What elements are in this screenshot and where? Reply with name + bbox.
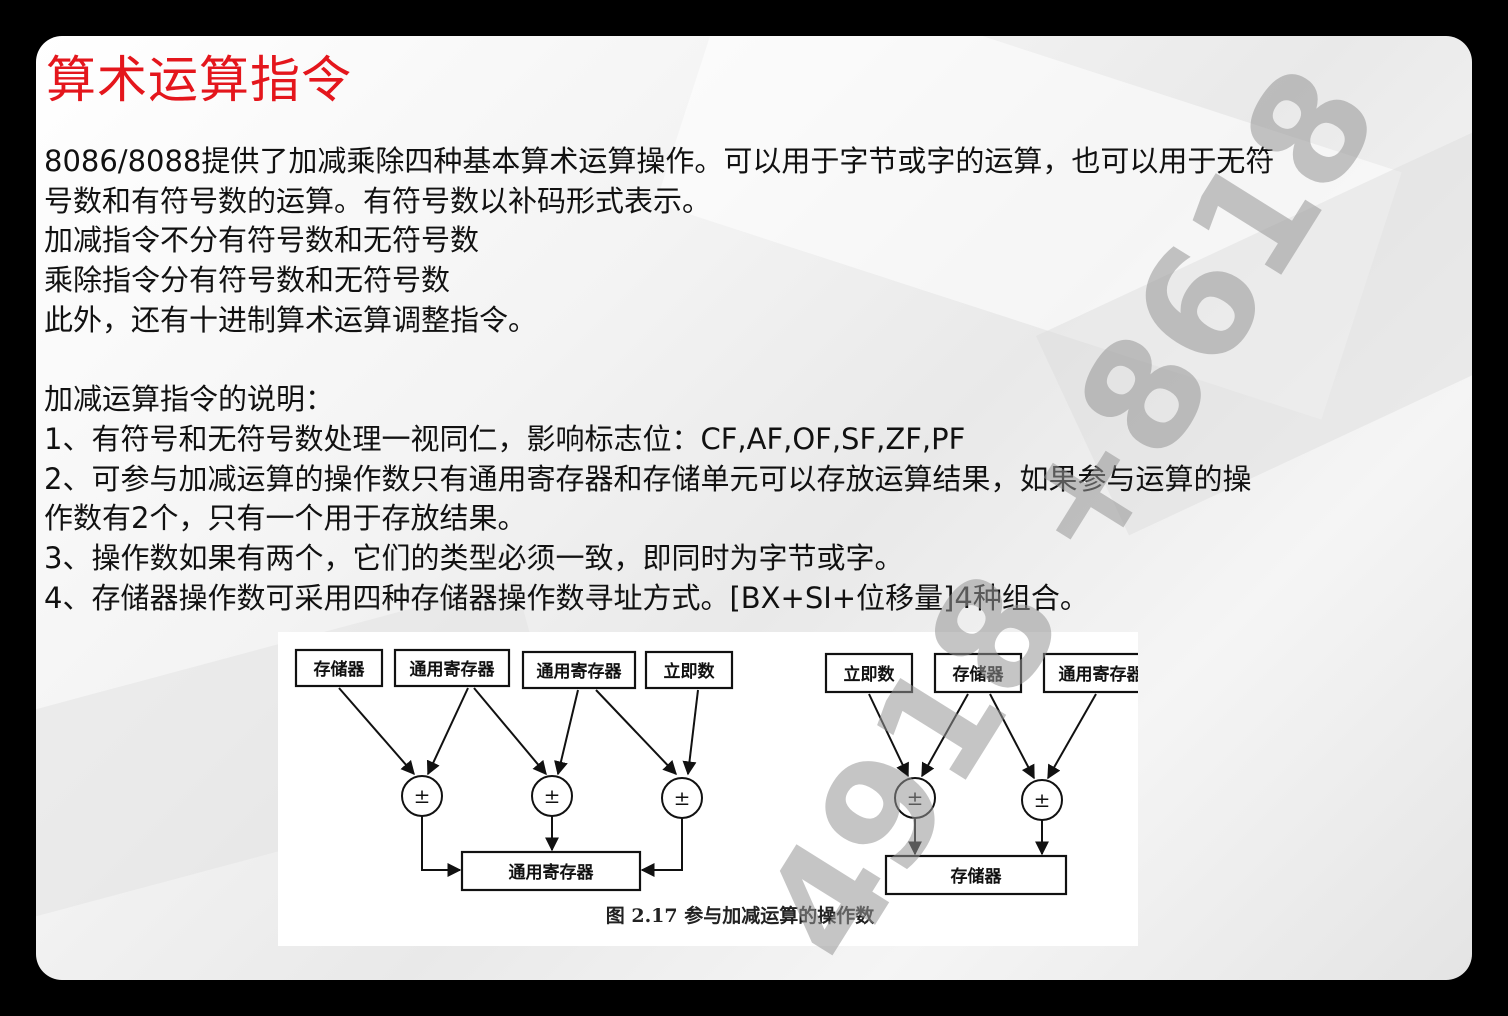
right-source-register: 通用寄存器: [1042, 652, 1139, 694]
svg-text:存储器: 存储器: [953, 664, 1005, 685]
right-source-memory: 存储器: [933, 652, 1023, 694]
svg-text:±: ±: [907, 786, 924, 810]
right-add-sub-operator-2: ±: [1021, 779, 1063, 821]
svg-text:立即数: 立即数: [844, 664, 896, 685]
right-add-sub-operator-1: ±: [894, 777, 936, 819]
right-source-immediate: 立即数: [824, 652, 914, 694]
svg-text:±: ±: [414, 784, 431, 808]
svg-text:通用寄存器: 通用寄存器: [410, 659, 496, 680]
svg-text:通用寄存器: 通用寄存器: [1059, 664, 1139, 685]
body-text: 8086/8088提供了加减乘除四种基本算术运算操作。可以用于字节或字的运算，也…: [44, 142, 1444, 618]
svg-text:通用寄存器: 通用寄存器: [537, 661, 623, 682]
left-destination-register: 通用寄存器: [460, 850, 642, 892]
text-line: 此外，还有十进制算术运算调整指令。: [44, 302, 538, 337]
left-add-sub-operator-1: ±: [401, 775, 443, 817]
text-line: 3、操作数如果有两个，它们的类型必须一致，即同时为字节或字。: [44, 541, 904, 576]
left-add-sub-operator-3: ±: [661, 777, 703, 819]
left-source-register-1: 通用寄存器: [393, 648, 511, 688]
slide-title: 算术运算指令: [46, 51, 352, 109]
svg-text:±: ±: [544, 784, 561, 808]
text-line: 号数和有符号数的运算。有符号数以补码形式表示。: [44, 183, 712, 218]
svg-text:存储器: 存储器: [314, 659, 366, 680]
svg-text:立即数: 立即数: [664, 661, 716, 682]
text-line: 乘除指令分有符号数和无符号数: [44, 263, 451, 298]
text-line: 1、有符号和无符号数处理一视同仁，影响标志位：CF,AF,OF,SF,ZF,PF: [44, 421, 966, 456]
left-source-register-2: 通用寄存器: [521, 650, 637, 690]
slide: 算术运算指令 8086/8088提供了加减乘除四种基本算术运算操作。可以用于字节…: [36, 36, 1472, 980]
svg-text:±: ±: [674, 786, 691, 810]
text-line: 加减运算指令的说明：: [44, 382, 335, 417]
svg-text:±: ±: [1034, 788, 1051, 812]
text-line: 加减指令不分有符号数和无符号数: [44, 223, 480, 258]
left-source-memory: 存储器: [294, 648, 384, 688]
text-line: 2、可参与加减运算的操作数只有通用寄存器和存储单元可以存放运算结果，如果参与运算…: [44, 461, 1252, 496]
left-source-immediate: 立即数: [644, 650, 734, 690]
svg-text:存储器: 存储器: [951, 866, 1003, 887]
right-destination-memory: 存储器: [884, 854, 1068, 896]
svg-text:通用寄存器: 通用寄存器: [509, 862, 595, 883]
left-add-sub-operator-2: ±: [531, 775, 573, 817]
figure-caption: 图 2.17 参与加减运算的操作数: [606, 904, 876, 927]
operand-diagram: 存储器 通用寄存器 通用寄存器 立即数 ± ± ± 通用寄存器 立即数 存储器 …: [294, 648, 1139, 927]
text-line: 4、存储器操作数可采用四种存储器操作数寻址方式。[BX+SI+位移量]4种组合。: [44, 580, 1089, 615]
operand-diagram-figure: 存储器 通用寄存器 通用寄存器 立即数 ± ± ± 通用寄存器 立即数 存储器 …: [278, 632, 1138, 946]
text-line: 作数有2个，只有一个用于存放结果。: [44, 501, 527, 536]
text-line: 8086/8088提供了加减乘除四种基本算术运算操作。可以用于字节或字的运算，也…: [44, 144, 1275, 178]
